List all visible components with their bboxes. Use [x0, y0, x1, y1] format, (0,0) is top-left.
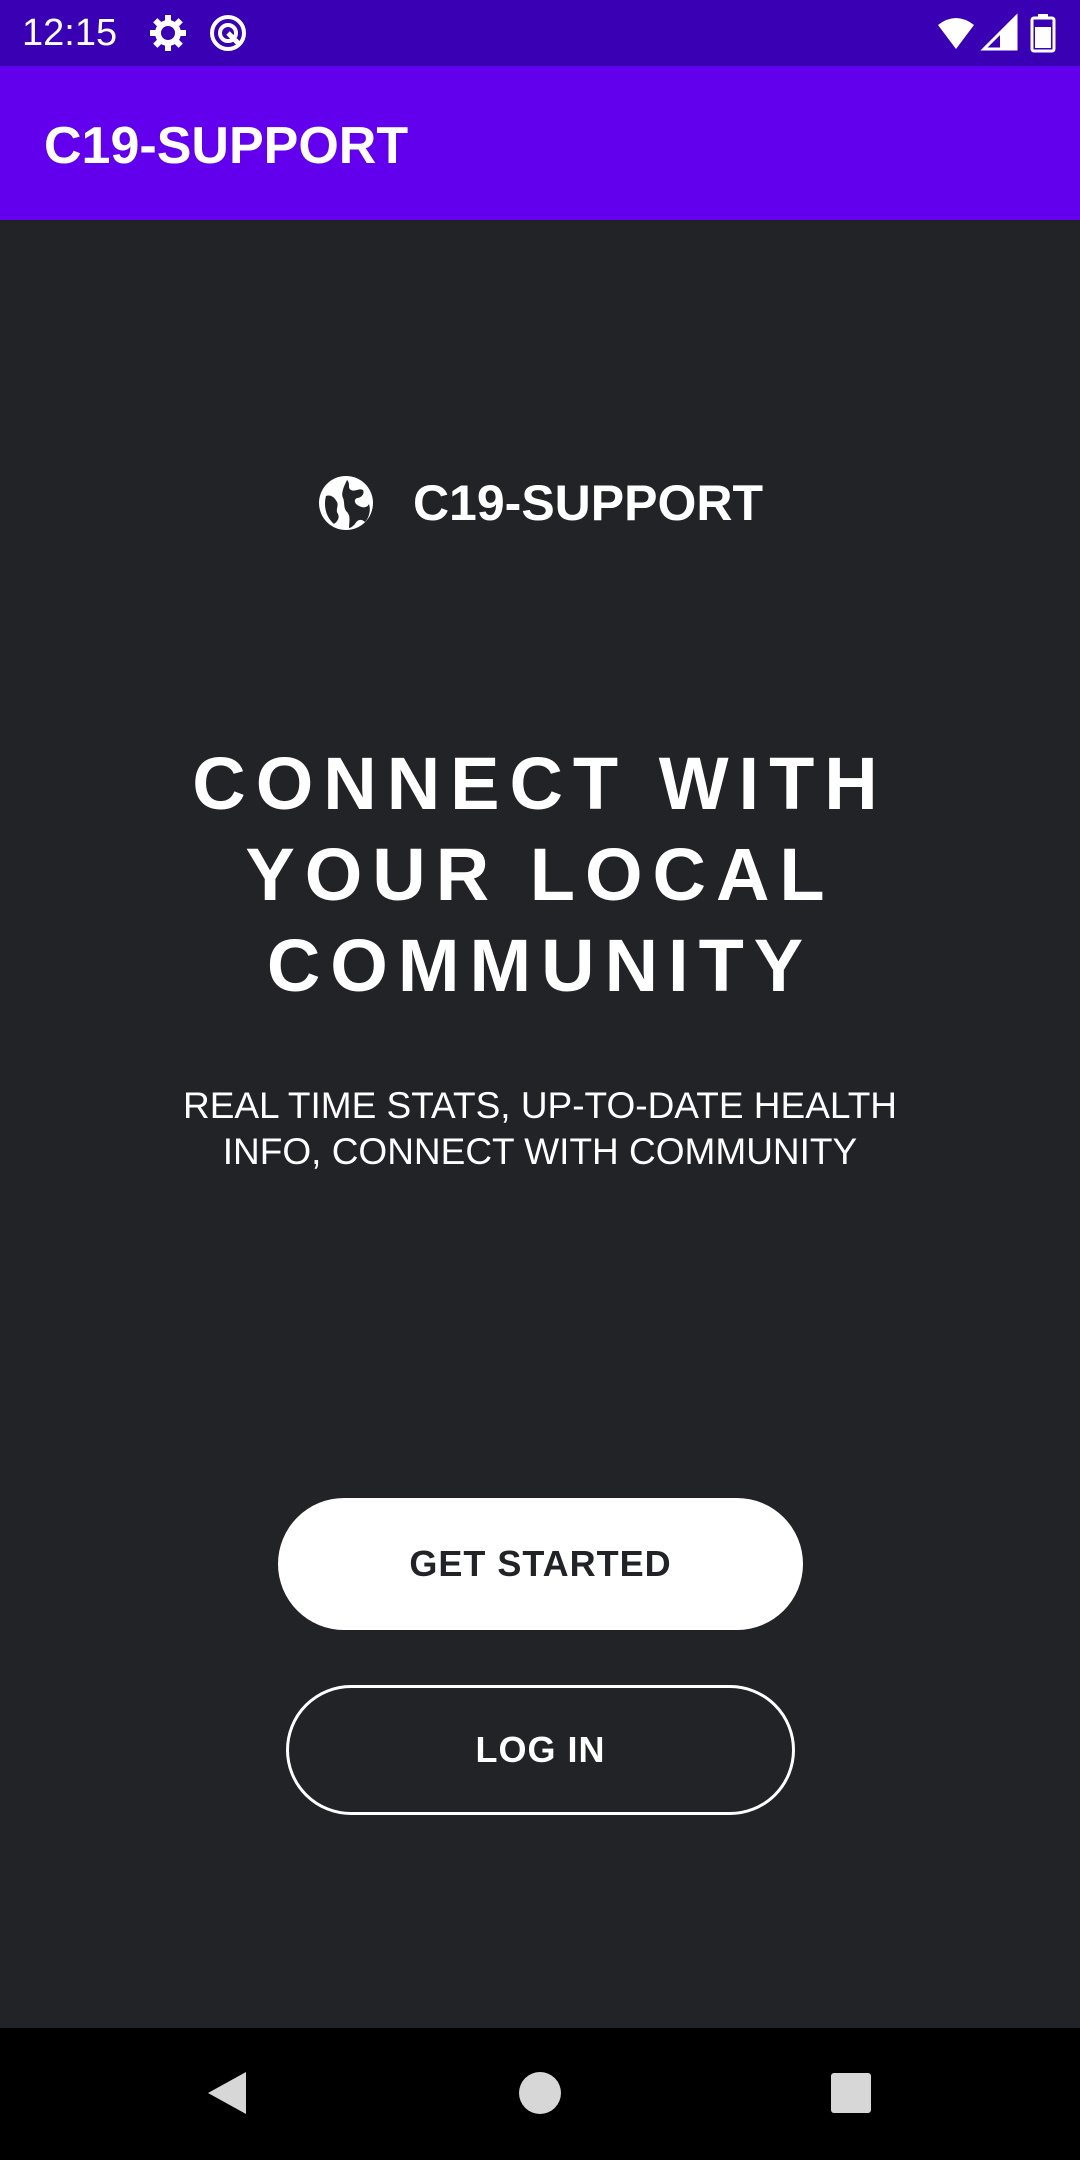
wifi-icon: [936, 13, 976, 53]
headline-line: YOUR LOCAL: [245, 833, 835, 916]
navigation-bar: [0, 2028, 1080, 2160]
subtitle-line: REAL TIME STATS, UP-TO-DATE HEALTH: [182, 1085, 898, 1126]
brand-name: C19-SUPPORT: [412, 475, 764, 531]
headline: CONNECT WITH YOUR LOCAL COMMUNITY: [90, 738, 990, 1011]
recents-icon[interactable]: [816, 2058, 886, 2128]
status-bar: 12:15: [0, 0, 1080, 66]
home-icon[interactable]: [505, 2058, 575, 2128]
app-bar-title: C19-SUPPORT: [44, 117, 409, 175]
subtitle-line: INFO, CONNECT WITH COMMUNITY: [222, 1131, 858, 1172]
settings-gear-icon: [148, 13, 188, 53]
brand-row: C19-SUPPORT: [0, 468, 1080, 538]
headline-line: COMMUNITY: [266, 924, 814, 1007]
back-icon[interactable]: [192, 2058, 262, 2128]
subtitle: REAL TIME STATS, UP-TO-DATE HEALTH INFO,…: [140, 1083, 940, 1175]
sync-icon: [208, 13, 248, 53]
app-bar: C19-SUPPORT: [0, 66, 1080, 220]
status-time: 12:15: [22, 12, 118, 54]
get-started-button[interactable]: GET STARTED: [278, 1498, 803, 1630]
cell-signal-icon: [980, 13, 1020, 53]
headline-line: CONNECT WITH: [192, 742, 888, 825]
battery-icon: [1030, 13, 1056, 53]
globe-icon: [317, 474, 375, 532]
welcome-screen: 12:15 C19-SUPPORT C19-SUPPORT CONNECT WI…: [0, 0, 1080, 2160]
log-in-button[interactable]: LOG IN: [286, 1685, 795, 1815]
